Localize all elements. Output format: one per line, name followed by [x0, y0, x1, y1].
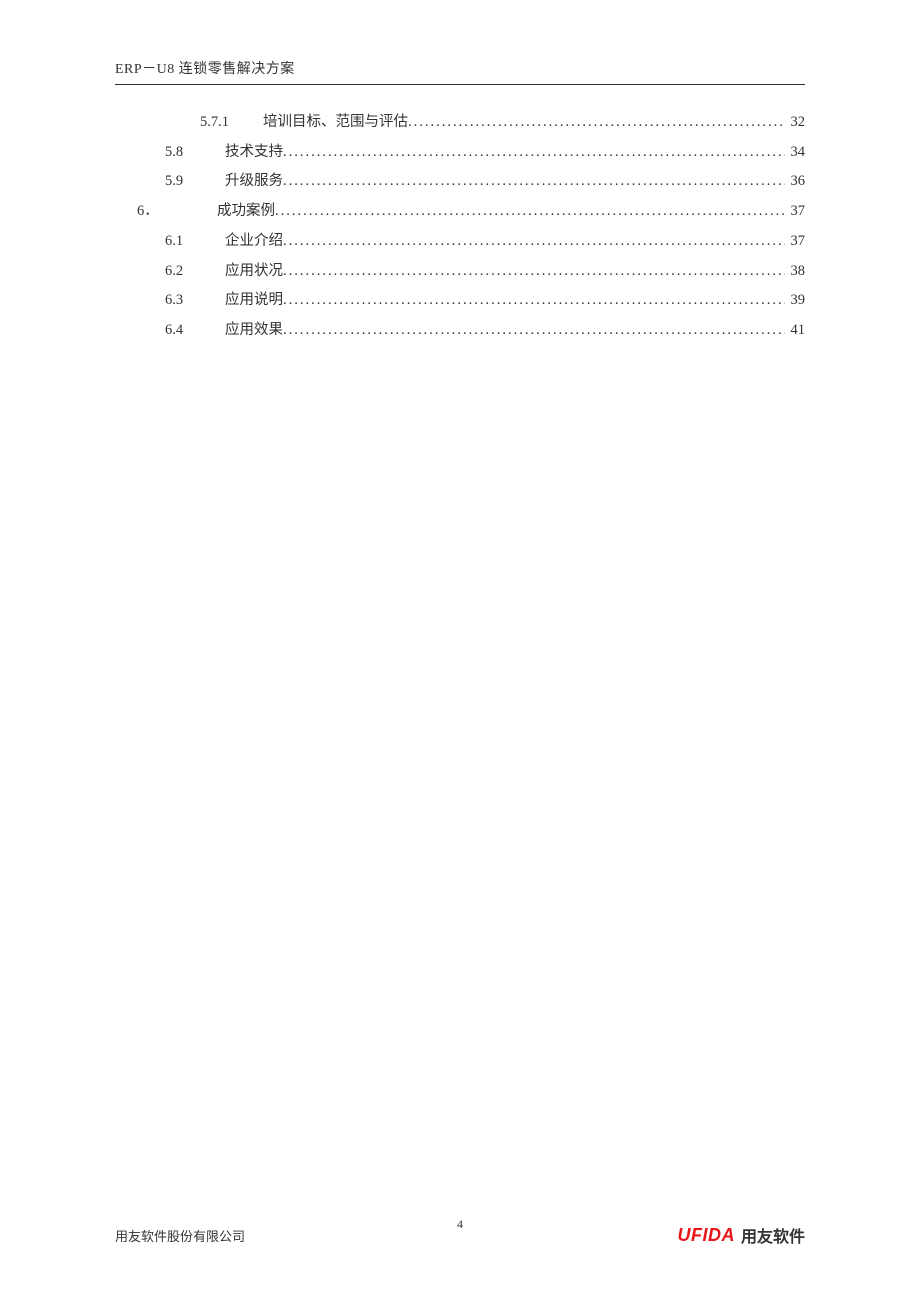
toc-number: 5.9 [165, 167, 200, 197]
toc-title: 升级服务 [225, 167, 283, 197]
toc-entry: 6.3 应用说明 39 [115, 286, 805, 316]
toc-entry: 6.2 应用状况 38 [115, 257, 805, 287]
toc-entry: 6.4 应用效果 41 [115, 316, 805, 346]
toc-entry: 6． 成功案例 37 [115, 197, 805, 227]
toc-title: 成功案例 [217, 197, 275, 227]
toc-number: 5.7.1 [200, 108, 245, 138]
toc-title: 应用状况 [225, 257, 283, 287]
toc-number: 6.4 [165, 316, 200, 346]
header-title: ERP－U8 连锁零售解决方案 [115, 62, 295, 77]
ufida-logo-chinese: 用友软件 [741, 1223, 805, 1247]
toc-page: 39 [785, 286, 805, 316]
toc-number: 5.8 [165, 138, 200, 168]
toc-leader-dots [283, 138, 785, 168]
toc-page: 36 [785, 167, 805, 197]
page-footer: 用友软件股份有限公司 4 UFIDA 用友软件 [115, 1223, 805, 1247]
toc-entry: 5.9 升级服务 36 [115, 167, 805, 197]
page-number: 4 [457, 1217, 463, 1232]
toc-leader-dots [408, 108, 785, 138]
toc-title: 企业介绍 [225, 227, 283, 257]
page-header: ERP－U8 连锁零售解决方案 [115, 58, 805, 85]
toc-page: 32 [785, 108, 805, 138]
toc-number: 6． [137, 197, 177, 227]
toc-entry: 5.8 技术支持 34 [115, 138, 805, 168]
toc-number: 6.2 [165, 257, 200, 287]
toc-leader-dots [275, 197, 785, 227]
toc-number: 6.3 [165, 286, 200, 316]
toc-leader-dots [283, 167, 785, 197]
toc-leader-dots [283, 316, 785, 346]
toc-number: 6.1 [165, 227, 200, 257]
toc-entry: 5.7.1 培训目标、范围与评估 32 [115, 108, 805, 138]
footer-company-name: 用友软件股份有限公司 [115, 1226, 245, 1245]
toc-leader-dots [283, 257, 785, 287]
toc-leader-dots [283, 286, 785, 316]
toc-leader-dots [283, 227, 785, 257]
toc-title: 应用效果 [225, 316, 283, 346]
table-of-contents: 5.7.1 培训目标、范围与评估 32 5.8 技术支持 34 5.9 升级服务… [115, 108, 805, 346]
toc-title: 应用说明 [225, 286, 283, 316]
toc-entry: 6.1 企业介绍 37 [115, 227, 805, 257]
toc-page: 38 [785, 257, 805, 287]
toc-title: 培训目标、范围与评估 [263, 108, 408, 138]
toc-page: 41 [785, 316, 805, 346]
footer-logo: UFIDA 用友软件 [677, 1223, 805, 1247]
toc-page: 37 [785, 227, 805, 257]
toc-page: 34 [785, 138, 805, 168]
toc-page: 37 [785, 197, 805, 227]
toc-title: 技术支持 [225, 138, 283, 168]
ufida-logo-english: UFIDA [677, 1225, 735, 1246]
